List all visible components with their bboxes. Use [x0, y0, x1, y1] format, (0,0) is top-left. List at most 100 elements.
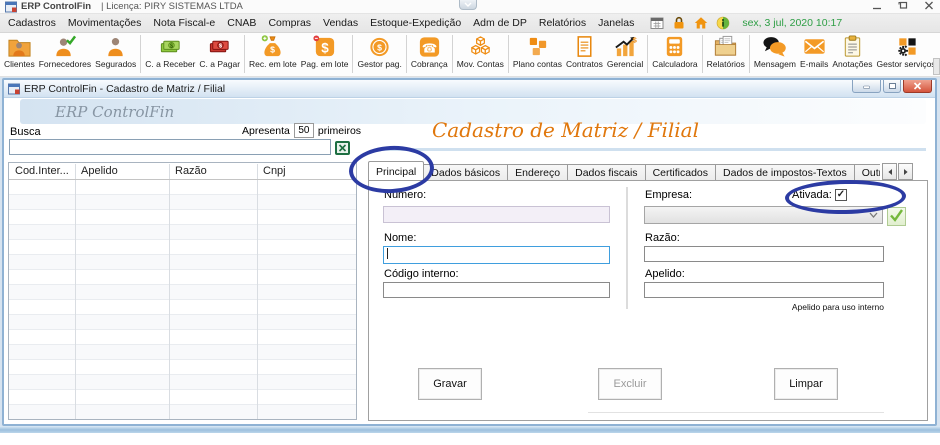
column-header-razao[interactable]: Razão — [175, 165, 207, 177]
check-icon — [890, 209, 903, 222]
toolbar-label: Relatórios — [706, 59, 745, 69]
results-table[interactable]: Cod.Inter... Apelido Razão Cnpj — [8, 162, 357, 420]
form-tabs: Principal Dados básicos Endereço Dados f… — [368, 161, 880, 181]
app-maximize-button[interactable] — [898, 1, 908, 10]
menu-item-nota-fiscal-e[interactable]: Nota Fiscal-e — [147, 15, 221, 31]
toolbar-button-clientes[interactable]: Clientes — [2, 34, 37, 69]
mdi-minimize-button[interactable] — [852, 80, 881, 93]
toolbar-label: Mensagem — [753, 59, 796, 69]
toolbar-button-gestor-pagamentos[interactable]: $ Gestor pag. — [355, 34, 403, 69]
toolbar-overflow-grip[interactable] — [933, 58, 940, 75]
toolbar-label: Gestor serviços — [876, 59, 936, 69]
quick-access-chevron-button[interactable] — [459, 0, 477, 10]
menu-item-cadastros[interactable]: Cadastros — [2, 15, 62, 31]
menu-item-adm-de-dp[interactable]: Adm de DP — [467, 15, 533, 31]
menu-item-vendas[interactable]: Vendas — [317, 15, 364, 31]
razao-input[interactable] — [644, 246, 884, 262]
tab-outros-dados[interactable]: Outros dad — [854, 164, 880, 181]
menu-item-compras[interactable]: Compras — [262, 15, 317, 31]
tab-endereco[interactable]: Endereço — [508, 164, 569, 181]
menu-item-relatorios[interactable]: Relatórios — [533, 15, 592, 31]
info-icon[interactable] — [716, 16, 730, 30]
empresa-confirm-button[interactable] — [887, 207, 906, 226]
toolbar-button-mov-contas[interactable]: Mov. Contas — [455, 34, 506, 69]
toolbar-button-segurados[interactable]: Segurados — [93, 34, 138, 69]
toolbar-label: Rec. em lote — [249, 59, 297, 69]
empresa-label: Empresa: — [645, 189, 693, 201]
column-gridline — [169, 180, 170, 419]
search-input[interactable] — [9, 139, 331, 155]
toolbar-button-receber-lote[interactable]: $ Rec. em lote — [247, 34, 299, 69]
gerencial-icon: $ — [614, 36, 637, 57]
license-text: | Licença: PIRY SISTEMAS LTDA — [101, 1, 243, 12]
menu-item-janelas[interactable]: Janelas — [592, 15, 640, 31]
tab-dados-basicos[interactable]: Dados básicos — [424, 164, 509, 181]
nome-input-wrap — [383, 245, 610, 264]
tab-dados-impostos-textos[interactable]: Dados de impostos-Textos — [716, 164, 855, 181]
toolbar-label: Plano contas — [512, 59, 563, 69]
toolbar-button-contas-receber[interactable]: $ C. a Receber — [143, 34, 197, 69]
tab-principal[interactable]: Principal — [368, 161, 425, 181]
limpar-button[interactable]: Limpar — [774, 368, 838, 400]
apresenta-count-input[interactable] — [293, 123, 314, 138]
gravar-button[interactable]: Gravar — [418, 368, 482, 400]
app-minimize-button[interactable] — [872, 1, 882, 10]
toolbar-button-emails[interactable]: E-mails — [798, 34, 830, 69]
menu-item-cnab[interactable]: CNAB — [221, 15, 262, 31]
window-bottom-border — [0, 426, 940, 433]
menu-item-movimentacoes[interactable]: Movimentações — [62, 15, 148, 31]
column-header-cnpj[interactable]: Cnpj — [263, 165, 286, 177]
excel-export-icon — [334, 141, 350, 155]
apelido-input[interactable] — [644, 282, 884, 298]
toolbar-button-relatorios[interactable]: Relatórios — [705, 34, 747, 69]
toolbar-button-calculadora[interactable]: Calculadora — [650, 34, 699, 69]
tab-scroll-left-button[interactable] — [882, 163, 897, 180]
apresenta-label: Apresenta — [242, 124, 290, 137]
menu-bar: Cadastros Movimentações Nota Fiscal-e CN… — [0, 14, 940, 33]
svg-text:$: $ — [632, 36, 637, 45]
nome-input[interactable] — [383, 246, 610, 264]
toolbar-label: E-mails — [799, 59, 829, 69]
calendar-grid-icon[interactable] — [650, 16, 664, 30]
codigo-interno-label: Código interno: — [384, 268, 459, 280]
tab-certificados[interactable]: Certificados — [645, 164, 717, 181]
triangle-right-icon — [903, 168, 908, 175]
segurados-icon — [108, 38, 123, 57]
home-icon[interactable] — [694, 16, 708, 30]
empresa-select[interactable] — [644, 206, 883, 224]
toolbar-button-cobranca[interactable]: ☎ Cobrança — [409, 34, 450, 69]
menu-item-estoque-expedicao[interactable]: Estoque-Expedição — [364, 15, 467, 31]
toolbar-button-gerencial[interactable]: $ Gerencial — [605, 34, 645, 69]
toolbar-label: Anotações — [832, 59, 873, 69]
toolbar-label: Contratos — [566, 59, 603, 69]
toolbar-separator — [405, 35, 407, 73]
toolbar-separator — [507, 35, 509, 73]
column-header-cod-interno[interactable]: Cod.Inter... — [15, 165, 69, 177]
mdi-close-button[interactable] — [903, 80, 932, 93]
toolbar-label: Gestor pag. — [357, 59, 402, 69]
excel-export-button[interactable] — [334, 141, 350, 156]
toolbar-button-pagar-lote[interactable]: $ Pag. em lote — [299, 34, 351, 69]
lock-icon[interactable] — [672, 16, 686, 30]
excluir-button[interactable]: Excluir — [598, 368, 662, 400]
app-close-button[interactable] — [924, 1, 934, 10]
numero-input[interactable] — [383, 206, 610, 223]
razao-label: Razão: — [645, 232, 680, 244]
toolbar-button-gestor-servicos[interactable]: Gestor serviços — [875, 34, 938, 69]
toolbar-button-mensagem[interactable]: Mensagem — [752, 34, 798, 69]
tab-dados-fiscais[interactable]: Dados fiscais — [568, 164, 646, 181]
toolbar-button-contratos[interactable]: Contratos — [564, 34, 605, 69]
ativada-checkbox[interactable]: ✓ — [835, 189, 847, 201]
toolbar-label: Gerencial — [606, 59, 644, 69]
toolbar-button-plano-contas[interactable]: Plano contas — [511, 34, 564, 69]
codigo-interno-input[interactable] — [383, 282, 610, 298]
toolbar-button-fornecedores[interactable]: Fornecedores — [37, 34, 93, 69]
mdi-title-bar[interactable]: ERP ControlFin - Cadastro de Matriz / Fi… — [4, 80, 935, 98]
clientes-icon — [8, 39, 31, 57]
toolbar-button-contas-pagar[interactable]: $ C. a Pagar — [197, 34, 242, 69]
toolbar-button-anotacoes[interactable]: Anotações — [830, 34, 874, 69]
tab-scroll-right-button[interactable] — [898, 163, 913, 180]
mdi-maximize-button[interactable] — [883, 80, 901, 93]
table-body-empty[interactable] — [9, 180, 356, 419]
column-header-apelido[interactable]: Apelido — [81, 165, 118, 177]
